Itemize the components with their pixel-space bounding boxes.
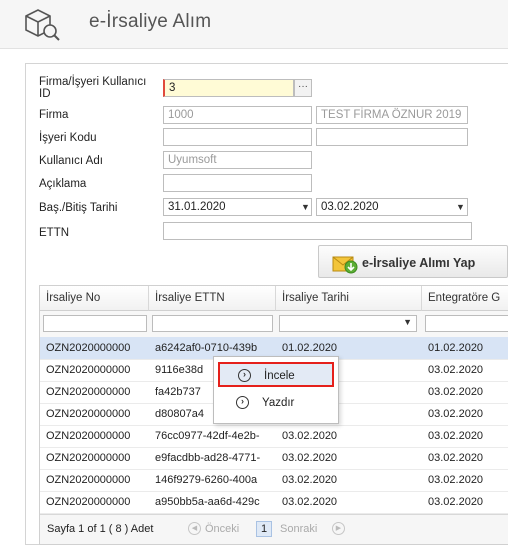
menu-item-yazdir[interactable]: › Yazdır — [218, 391, 334, 416]
cell-irsaliye-tarihi: 03.02.2020 — [282, 474, 338, 486]
isyeri-name-field — [316, 128, 468, 146]
kullanici-label: Kullanıcı Adı — [39, 155, 103, 167]
end-date-value: 03.02.2020 — [321, 201, 379, 213]
next-arrow-icon[interactable]: ▶ — [332, 522, 345, 535]
cell-irsaliye-ettn: a950bb5a-aa6d-429c — [155, 496, 260, 508]
next-button[interactable]: Sonraki — [280, 523, 317, 535]
envelope-download-icon — [332, 256, 358, 274]
tarih-label: Baş./Bitiş Tarihi — [39, 202, 118, 214]
cell-entegrator: 03.02.2020 — [428, 430, 484, 442]
column-header-irsaliye-tarihi[interactable]: İrsaliye Tarihi — [276, 286, 422, 311]
cell-entegrator: 03.02.2020 — [428, 408, 484, 420]
filter-irsaliye-ettn[interactable] — [152, 315, 273, 332]
end-date-select[interactable]: 03.02.2020 — [316, 198, 468, 216]
cell-entegrator: 03.02.2020 — [428, 364, 484, 376]
firma-lookup-button[interactable]: ··· — [294, 79, 312, 97]
cell-irsaliye-no: OZN2020000000 — [46, 496, 131, 508]
irsaliye-alim-label: e-İrsaliye Alımı Yap — [362, 256, 476, 270]
firma-code-field: 1000 — [163, 106, 312, 124]
chevron-circle-icon: › — [238, 369, 251, 382]
firma-name-field: TEST FİRMA ÖZNUR 2019 — [316, 106, 468, 124]
cell-entegrator: 03.02.2020 — [428, 474, 484, 486]
table-row[interactable]: OZN2020000000 146f9279-6260-400a 03.02.2… — [40, 469, 508, 492]
cell-irsaliye-tarihi: 03.02.2020 — [282, 430, 338, 442]
page-title: e-İrsaliye Alım — [89, 11, 212, 32]
aciklama-label: Açıklama — [39, 178, 87, 190]
filter-entegrator[interactable] — [425, 315, 508, 332]
isyeri-input[interactable] — [163, 128, 312, 146]
menu-item-incele[interactable]: › İncele — [218, 362, 334, 387]
cell-irsaliye-ettn: e9facdbb-ad28-4771- — [155, 452, 261, 464]
cell-entegrator: 03.02.2020 — [428, 386, 484, 398]
irsaliye-alim-button[interactable]: e-İrsaliye Alımı Yap — [318, 245, 508, 278]
table-row[interactable]: OZN2020000000 76cc0977-42df-4e2b- 03.02.… — [40, 425, 508, 448]
table-row[interactable]: OZN2020000000 e9facdbb-ad28-4771- 03.02.… — [40, 447, 508, 470]
chevron-circle-icon: › — [236, 396, 249, 409]
pager: Sayfa 1 of 1 ( 8 ) Adet ◀ Önceki 1 Sonra… — [40, 514, 508, 544]
cell-irsaliye-no: OZN2020000000 — [46, 474, 131, 486]
column-header-entegrator[interactable]: Entegratöre G — [422, 286, 508, 311]
table-row[interactable]: OZN2020000000 a950bb5a-aa6d-429c 03.02.2… — [40, 491, 508, 514]
filter-irsaliye-tarihi[interactable]: ▼ — [279, 315, 417, 332]
chevron-down-icon[interactable]: ▼ — [301, 200, 310, 214]
pager-summary: Sayfa 1 of 1 ( 8 ) Adet — [47, 523, 154, 535]
filter-row: ▼ — [40, 311, 508, 338]
aciklama-input[interactable] — [163, 174, 312, 192]
firma-code-label: Firma — [39, 109, 69, 121]
page-header: e-İrsaliye Alım — [0, 0, 508, 49]
menu-item-label: İncele — [264, 370, 295, 382]
ettn-label: ETTN — [39, 227, 70, 239]
start-date-select[interactable]: 31.01.2020 — [163, 198, 312, 216]
column-header-irsaliye-ettn[interactable]: İrsaliye ETTN — [149, 286, 276, 311]
chevron-down-icon[interactable]: ▼ — [456, 200, 465, 214]
page-number-button[interactable]: 1 — [256, 521, 273, 537]
box-search-icon — [25, 9, 60, 41]
column-header-irsaliye-no[interactable]: İrsaliye No — [40, 286, 149, 311]
chevron-down-icon[interactable]: ▼ — [403, 317, 412, 327]
cell-entegrator: 01.02.2020 — [428, 342, 484, 354]
isyeri-label: İşyeri Kodu — [39, 132, 97, 144]
cell-irsaliye-tarihi: 03.02.2020 — [282, 496, 338, 508]
cell-irsaliye-no: OZN2020000000 — [46, 364, 131, 376]
cell-irsaliye-ettn: 146f9279-6260-400a — [155, 474, 258, 486]
prev-arrow-icon[interactable]: ◀ — [188, 522, 201, 535]
cell-irsaliye-no: OZN2020000000 — [46, 342, 131, 354]
kullanici-field: Uyumsoft — [163, 151, 312, 169]
cell-irsaliye-no: OZN2020000000 — [46, 408, 131, 420]
cell-entegrator: 03.02.2020 — [428, 496, 484, 508]
prev-button[interactable]: Önceki — [205, 523, 239, 535]
cell-irsaliye-no: OZN2020000000 — [46, 452, 131, 464]
cell-entegrator: 03.02.2020 — [428, 452, 484, 464]
cell-irsaliye-no: OZN2020000000 — [46, 386, 131, 398]
context-menu: › İncele › Yazdır — [213, 356, 339, 424]
firma-label: Firma/İşyeri Kullanıcı ID — [39, 76, 147, 100]
filter-irsaliye-no[interactable] — [43, 315, 147, 332]
firma-input[interactable]: 3 — [163, 79, 294, 97]
start-date-value: 31.01.2020 — [168, 201, 226, 213]
menu-item-label: Yazdır — [262, 397, 295, 409]
cell-irsaliye-ettn: 76cc0977-42df-4e2b- — [155, 430, 260, 442]
cell-irsaliye-tarihi: 03.02.2020 — [282, 452, 338, 464]
cell-irsaliye-no: OZN2020000000 — [46, 430, 131, 442]
ettn-input[interactable] — [163, 222, 472, 240]
